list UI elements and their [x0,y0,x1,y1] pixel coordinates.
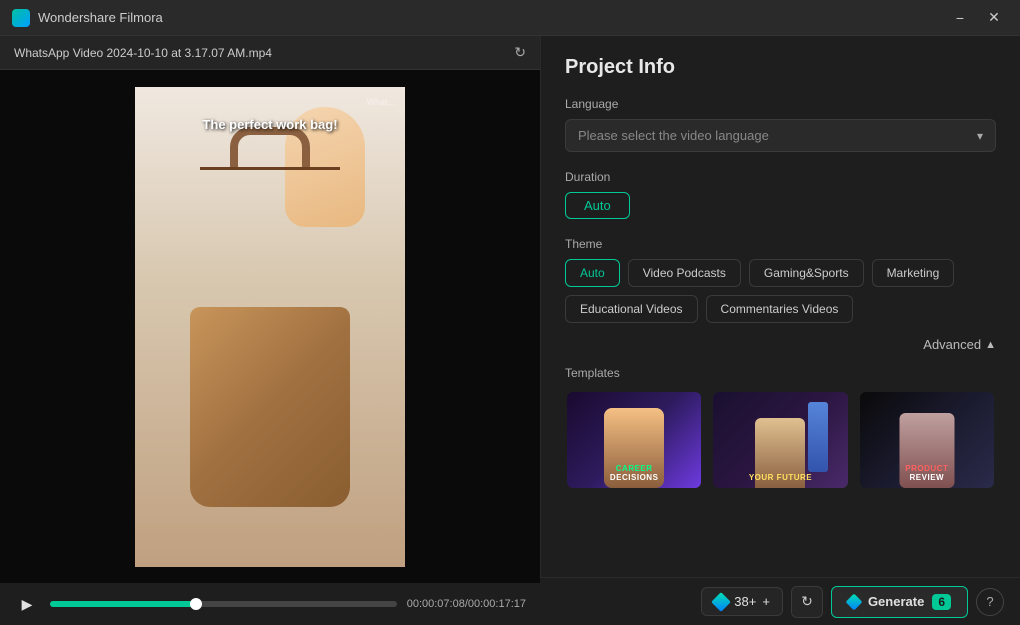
bag-handle [230,127,310,167]
refresh-icon[interactable]: ↻ [514,44,526,61]
total-time: /00:00:17:17 [465,598,526,610]
templates-grid: CAREER DECISIONS YOUR FUTURE [565,390,996,490]
language-label: Language [565,97,996,111]
template-3-label: PRODUCT REVIEW [860,464,994,482]
theme-buttons-row-2: Educational Videos Commentaries Videos [565,295,996,323]
template-1-career-text: CAREER [616,464,653,473]
theme-educational-button[interactable]: Educational Videos [565,295,698,323]
template-product-review[interactable]: PRODUCT REVIEW [858,390,996,490]
app-name: Wondershare Filmora [38,10,163,25]
titlebar-controls: − ✕ [946,7,1008,29]
theme-buttons-row-1: Auto Video Podcasts Gaming&Sports Market… [565,259,996,287]
right-panel: Project Info Language Please select the … [540,36,1020,625]
help-icon: ? [986,594,993,609]
generate-label: Generate [868,594,924,609]
chevron-down-icon: ▾ [977,129,983,143]
template-2-light [808,402,828,472]
project-info-title: Project Info [565,56,996,79]
main-layout: WhatsApp Video 2024-10-10 at 3.17.07 AM.… [0,36,1020,625]
left-panel: WhatsApp Video 2024-10-10 at 3.17.07 AM.… [0,36,540,625]
close-button[interactable]: ✕ [980,7,1008,29]
progress-bar[interactable] [50,601,397,607]
template-1-bg: CAREER DECISIONS [567,392,701,488]
titlebar: Wondershare Filmora − ✕ [0,0,1020,36]
advanced-row[interactable]: Advanced ▲ [565,337,996,352]
video-area: The perfect work bag! What... [0,70,540,583]
plus-icon: + [762,594,770,609]
video-watermark: What... [366,97,395,107]
bag-shape [190,307,350,507]
minimize-button[interactable]: − [946,7,974,29]
template-3-review-text: REVIEW [910,473,945,482]
progress-fill [50,601,196,607]
points-diamond-icon [711,592,731,612]
file-name: WhatsApp Video 2024-10-10 at 3.17.07 AM.… [14,46,272,60]
titlebar-left: Wondershare Filmora [12,9,163,27]
bottom-bar: 38+ + ↻ Generate 6 ? [540,577,1020,625]
play-button[interactable]: ▶ [14,591,40,617]
template-1-label: CAREER DECISIONS [567,464,701,482]
advanced-toggle-icon: ▲ [985,339,996,351]
generate-button[interactable]: Generate 6 [831,586,968,618]
template-2-bg: YOUR FUTURE [713,392,847,488]
video-thumbnail: The perfect work bag! What... [135,87,405,567]
template-1-decisions-text: DECISIONS [610,473,659,482]
video-controls: ▶ 00:00:07:08/00:00:17:17 [0,583,540,625]
bag-zipper [200,167,340,170]
advanced-label: Advanced [923,337,981,352]
templates-section: Templates CAREER DECISIONS [565,366,996,490]
language-placeholder: Please select the video language [578,128,769,143]
template-3-bg: PRODUCT REVIEW [860,392,994,488]
file-bar: WhatsApp Video 2024-10-10 at 3.17.07 AM.… [0,36,540,70]
theme-auto-button[interactable]: Auto [565,259,620,287]
points-button[interactable]: 38+ + [701,587,783,616]
auto-duration-button[interactable]: Auto [565,192,630,219]
points-count: 38+ [734,594,756,609]
template-3-product-text: PRODUCT [905,464,948,473]
duration-section: Duration Auto [565,170,996,219]
theme-video-podcasts-button[interactable]: Video Podcasts [628,259,741,287]
theme-section: Theme Auto Video Podcasts Gaming&Sports … [565,237,996,323]
refresh-icon-btn: ↻ [801,593,813,610]
templates-label: Templates [565,366,996,380]
theme-label: Theme [565,237,996,251]
template-2-label: YOUR FUTURE [713,473,847,482]
video-caption: The perfect work bag! [202,117,337,132]
template-career-decisions[interactable]: CAREER DECISIONS [565,390,703,490]
generate-diamond-icon [845,593,862,610]
language-dropdown[interactable]: Please select the video language ▾ [565,119,996,152]
theme-marketing-button[interactable]: Marketing [872,259,955,287]
current-time: 00:00:07:08 [407,598,465,610]
generate-count: 6 [932,594,951,610]
template-your-future[interactable]: YOUR FUTURE [711,390,849,490]
progress-thumb[interactable] [190,598,202,610]
duration-label: Duration [565,170,996,184]
theme-gaming-sports-button[interactable]: Gaming&Sports [749,259,864,287]
bag-visual [135,87,405,567]
refresh-button[interactable]: ↻ [791,586,823,618]
app-logo [12,9,30,27]
time-display: 00:00:07:08/00:00:17:17 [407,598,526,610]
help-button[interactable]: ? [976,588,1004,616]
theme-commentaries-button[interactable]: Commentaries Videos [706,295,854,323]
